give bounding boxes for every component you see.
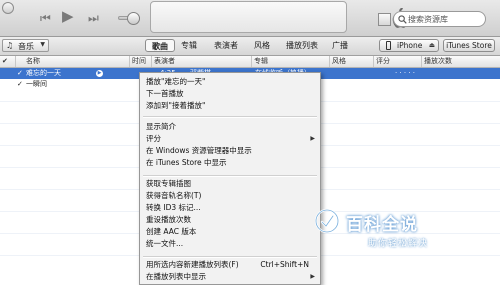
song-checkbox[interactable]: ✓ [17,79,23,90]
search-field[interactable] [393,11,486,27]
menu-item-get-info[interactable]: 显示简介 [143,121,317,133]
menu-item-get-track-names[interactable]: 获得音轨名称(T) [143,190,317,202]
menu-item-label: 获得音轨名称(T) [146,191,202,200]
menu-item-rating[interactable]: 评分 ▶ [143,133,317,145]
menu-separator [143,256,317,258]
menu-item-label: 添加到"接着播放" [146,101,206,110]
menu-item-show-in-playlist[interactable]: 在播放列表中显示 ▶ [143,271,317,283]
search-input[interactable] [408,13,480,25]
menu-item-label: 在播放列表中显示 [146,272,206,281]
chevron-down-icon: ▼ [40,41,45,48]
menu-item-reset-plays[interactable]: 重设播放次数 [143,214,317,226]
submenu-arrow-icon: ▶ [310,273,315,280]
tab-songs[interactable]: 歌曲 [145,39,175,52]
column-rating[interactable]: 评分 [374,56,422,67]
iphone-device-label: iPhone [397,41,423,50]
menu-separator [143,116,317,118]
menu-item-label: 转换 ID3 标记... [146,203,201,212]
column-artist[interactable]: 表演者 [152,56,252,67]
column-check[interactable]: ✔ [0,56,16,67]
menu-item-label: 获取专辑插图 [146,179,191,188]
watermark-subtitle: 助你轻松解决 [368,239,429,249]
song-checkbox[interactable]: ✓ [17,68,23,79]
search-icon [398,15,407,24]
iphone-icon [386,41,391,50]
checkbox-icon: ✔ [2,57,8,65]
tab-artists[interactable]: 表演者 [211,39,241,52]
song-name: 难忘的一天 [26,69,61,77]
app-menu-button[interactable] [2,2,14,14]
tab-albums[interactable]: 专辑 [178,39,200,52]
menu-item-convert-id3[interactable]: 转换 ID3 标记... [143,202,317,214]
menu-item-label: 播放"难忘的一天" [146,77,206,86]
menu-item-label: 下一首播放 [146,89,184,98]
mini-player-button[interactable] [378,13,391,26]
previous-track-icon[interactable]: ⏮ [40,11,51,25]
tab-radio[interactable]: 广播 [329,39,351,52]
song-name: 一瞬间 [26,80,47,88]
menu-item-show-in-store[interactable]: 在 iTunes Store 中显示 [143,157,317,169]
menu-item-label: 重设播放次数 [146,215,191,224]
tab-genres[interactable]: 风格 [251,39,273,52]
eject-icon[interactable]: ⏏ [429,41,435,49]
song-arrow-icon[interactable]: ▶ [96,70,103,77]
menu-item-label: 用所选内容新建播放列表(F) [146,260,239,269]
tab-playlists[interactable]: 播放列表 [283,39,321,52]
menu-item-label: 在 iTunes Store 中显示 [146,158,227,167]
watermark-title: 百科全说 [346,215,418,235]
next-track-icon[interactable]: ⏭ [88,11,99,25]
menu-item-consolidate-files[interactable]: 统一文件... [143,238,317,250]
menu-item-play[interactable]: 播放"难忘的一天" [143,76,317,88]
menu-item-label: 统一文件... [146,239,184,248]
menu-separator [143,175,317,177]
column-album[interactable]: 专辑 [252,56,330,67]
menu-item-add-up-next[interactable]: 添加到"接着播放" [143,100,317,112]
context-menu: 播放"难忘的一天" 下一首播放 添加到"接着播放" 显示简介 评分 ▶ 在 Win… [139,72,321,285]
music-note-icon: ♫ [6,41,14,50]
menu-item-create-aac[interactable]: 创建 AAC 版本 [143,226,317,238]
song-list-header: ✔ 名称 时间 表演者 专辑 风格 评分 播放次数 [0,56,500,68]
song-rating[interactable] [395,79,425,90]
menu-item-new-playlist-from-selection[interactable]: 用所选内容新建播放列表(F) Ctrl+Shift+N [143,259,317,271]
iphone-device-button[interactable]: iPhone ⏏ [379,39,439,52]
library-select[interactable]: ♫ 音乐 ▼ [2,39,49,52]
column-genre[interactable]: 风格 [330,56,374,67]
play-icon[interactable]: ▶ [62,9,74,24]
menu-item-label: 评分 [146,134,161,143]
submenu-arrow-icon: ▶ [310,135,315,142]
song-rating[interactable]: · · · · · [395,68,425,79]
menu-item-show-in-explorer[interactable]: 在 Windows 资源管理器中显示 [143,145,317,157]
menu-item-label: 创建 AAC 版本 [146,227,197,236]
menu-item-get-artwork[interactable]: 获取专辑插图 [143,178,317,190]
column-plays[interactable]: 播放次数 [422,56,500,67]
library-select-label: 音乐 [18,42,34,51]
volume-knob[interactable] [127,12,140,25]
library-navbar: ♫ 音乐 ▼ 歌曲 专辑 表演者 风格 播放列表 广播 iPhone ⏏ iTu… [0,37,500,56]
column-time[interactable]: 时间 [130,56,152,67]
menu-item-shortcut: Ctrl+Shift+N [260,260,309,269]
watermark-logo-icon [314,208,340,234]
menu-item-label: 在 Windows 资源管理器中显示 [146,146,252,155]
toolbar: ⏮ ▶ ⏭ [0,0,500,37]
menu-item-play-next[interactable]: 下一首播放 [143,88,317,100]
status-display [150,1,408,33]
column-name[interactable]: 名称 [16,56,130,67]
menu-item-label: 显示简介 [146,122,176,131]
itunes-store-button[interactable]: iTunes Store [443,39,495,52]
